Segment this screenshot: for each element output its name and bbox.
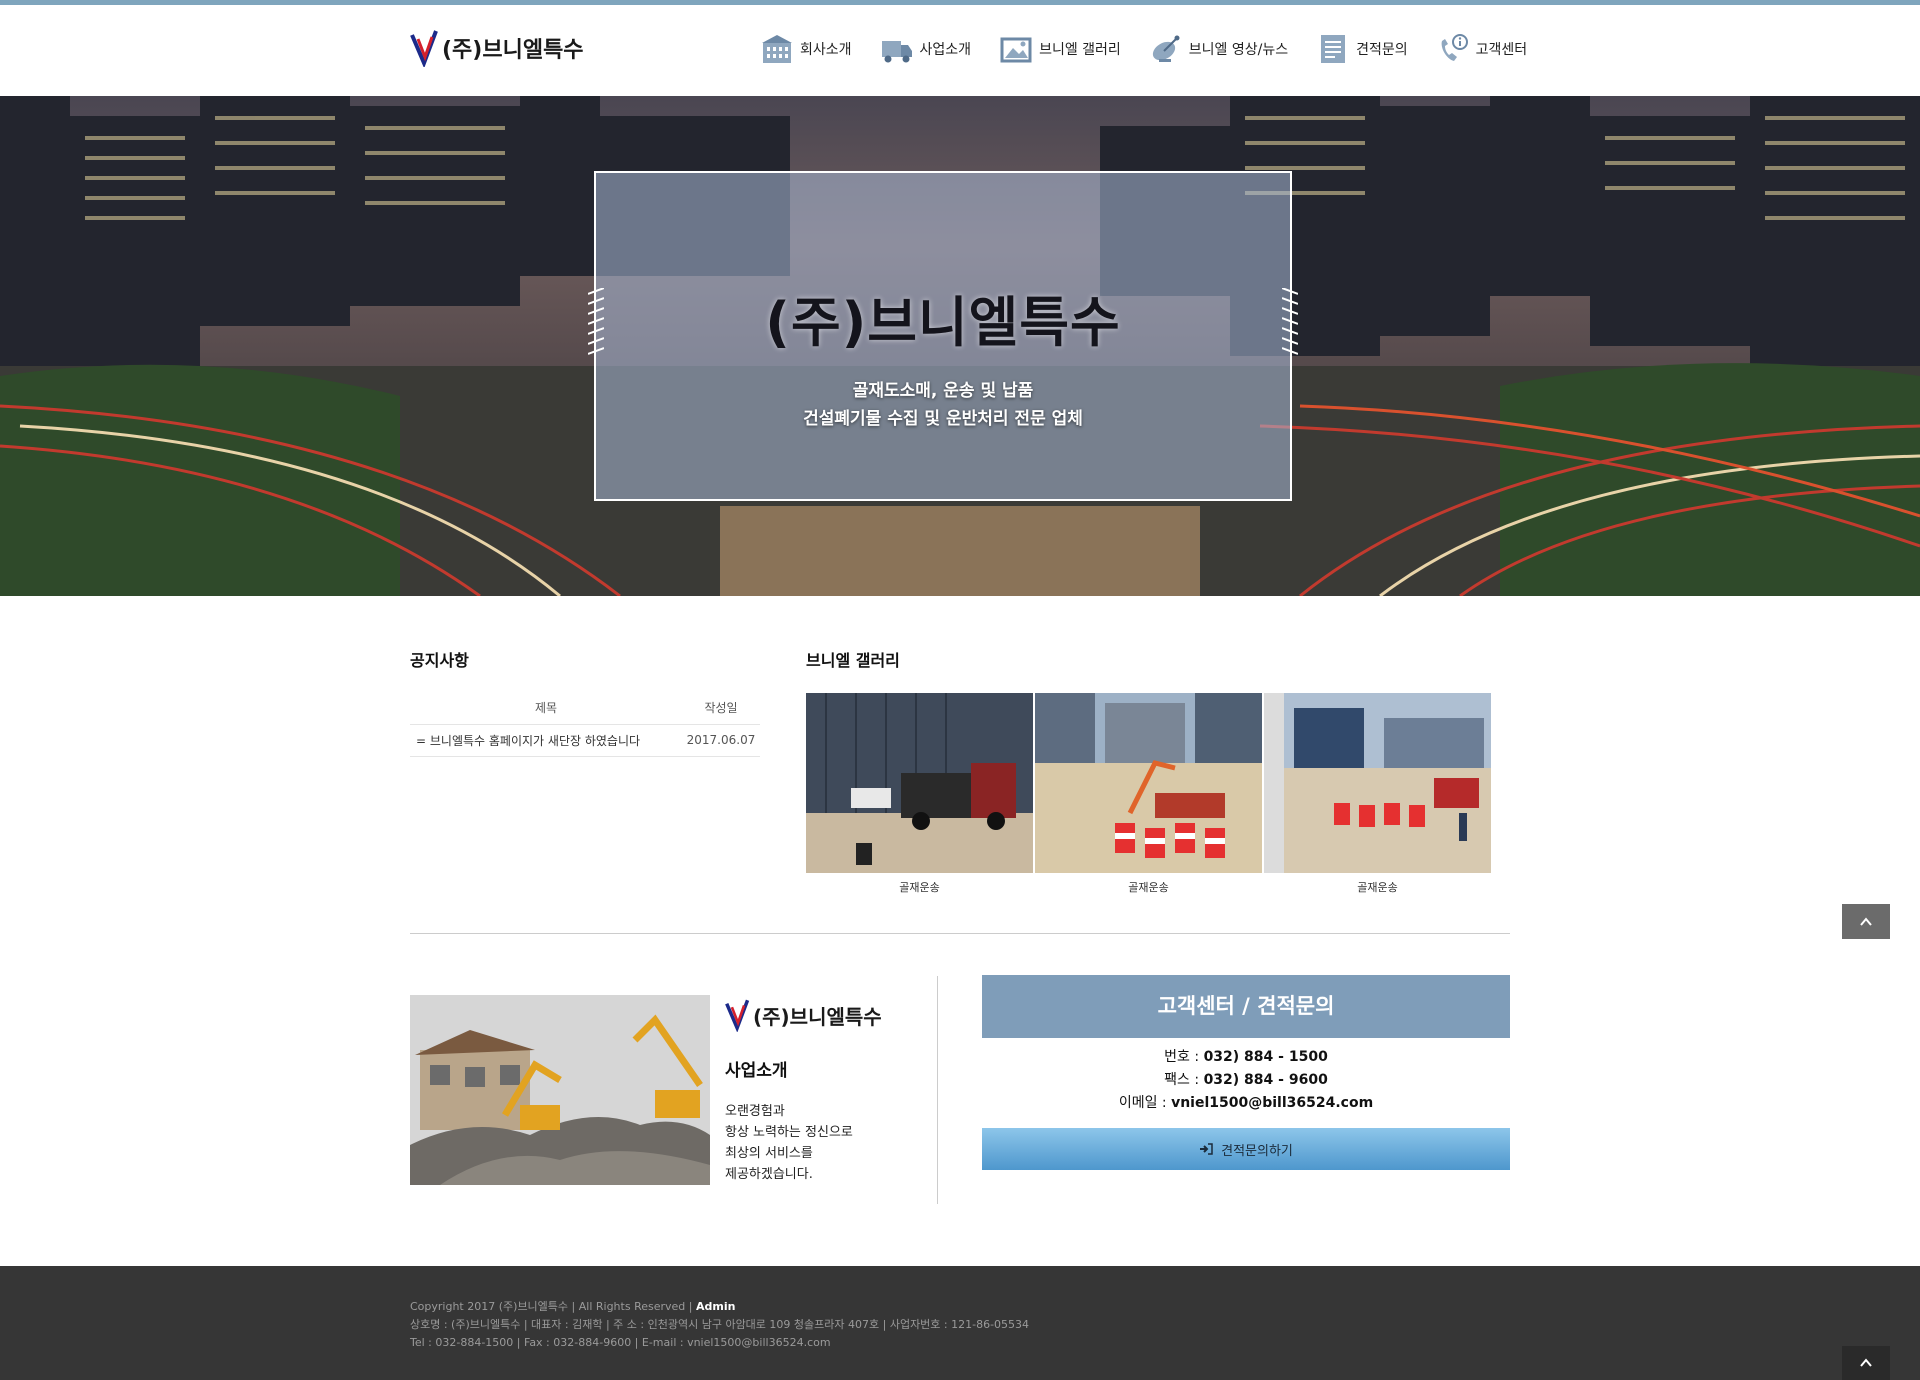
section-divider [410,933,1510,934]
fax-label: 팩스 : [1164,1072,1204,1088]
customer-center-header: 고객센터 / 견적문의 [982,975,1510,1038]
document-icon [1321,35,1346,63]
decorative-stripes-left [588,288,604,355]
satellite-icon [1152,35,1180,62]
gallery-photo [1264,693,1491,873]
site-footer: Copyright 2017 (주)브니엘특수 | All Rights Res… [0,1266,1920,1380]
gallery-caption: 골재운송 [1357,881,1398,894]
notice-row-date: 2017.06.07 [682,724,760,757]
business-line: 최상의 서비스를 [725,1146,813,1161]
nav-label: 사업소개 [919,42,972,58]
hero-subtitle-2: 건설폐기물 수집 및 운반처리 전문 업체 [803,409,1083,429]
logo-v-icon [410,30,438,67]
demolition-photo [410,995,710,1185]
main-nav: 회사소개 사업소개 브니엘 갤러리 브니엘 영상/뉴스 견적문의 고객센터 [760,33,1527,65]
nav-item-business[interactable]: 사업소개 [880,33,972,65]
customer-center-contacts: 번호 : 032) 884 - 1500 팩스 : 032) 884 - 960… [982,1046,1510,1115]
footer-copyright: Copyright 2017 (주)브니엘특수 | All Rights Res… [410,1298,1029,1316]
notice-table: 제목 작성일 = 브니엘특수 홈페이지가 새단장 하였습니다 2017.06.0… [410,692,760,757]
gallery-item[interactable]: 골재운송 [1035,693,1262,895]
site-header: (주)브니엘특수 회사소개 사업소개 브니엘 갤러리 브니엘 영상/뉴스 견적문… [0,5,1920,96]
footer-info: Copyright 2017 (주)브니엘특수 | All Rights Res… [410,1298,1029,1352]
logo-text: (주)브니엘특수 [442,38,584,63]
gallery-photo [806,693,1033,873]
business-line: 오랜경험과 [725,1104,785,1119]
nav-item-customer-center[interactable]: 고객센터 [1436,33,1528,65]
gallery-photo [1035,693,1262,873]
notice-row[interactable]: = 브니엘특수 홈페이지가 새단장 하였습니다 2017.06.07 [410,724,760,757]
gallery-icon [1000,37,1032,63]
footer-contact-info: Tel : 032-884-1500 | Fax : 032-884-9600 … [410,1336,831,1349]
nav-label: 고객센터 [1475,42,1528,58]
nav-label: 견적문의 [1356,42,1408,58]
hero-title: (주)브니엘특수 [765,291,1121,354]
site-logo[interactable]: (주)브니엘특수 [410,29,584,67]
fax-line: 팩스 : 032) 884 - 9600 [982,1069,1510,1092]
notice-col-date: 작성일 [682,692,760,725]
nav-item-media-news[interactable]: 브니엘 영상/뉴스 [1149,33,1288,65]
business-line: 제공하겠습니다. [725,1167,813,1182]
notice-col-title: 제목 [410,692,682,725]
admin-link[interactable]: Admin [696,1300,735,1313]
business-logo: (주)브니엘특수 [725,998,882,1032]
phone-info-icon [1441,34,1468,61]
nav-item-estimate[interactable]: 견적문의 [1316,33,1408,65]
phone-value: 032) 884 - 1500 [1203,1049,1328,1065]
chevron-up-icon [1860,1358,1872,1367]
business-line: 항상 노력하는 정신으로 [725,1125,853,1140]
decorative-stripes-right [1282,288,1298,355]
nav-label: 브니엘 갤러리 [1039,42,1121,58]
notice-title[interactable]: 공지사항 [410,647,469,671]
gallery-caption: 골재운송 [899,881,940,894]
gallery-title[interactable]: 브니엘 갤러리 [806,647,900,671]
nav-label: 브니엘 영상/뉴스 [1188,42,1289,58]
phone-line: 번호 : 032) 884 - 1500 [982,1046,1510,1069]
fax-value: 032) 884 - 9600 [1203,1072,1328,1088]
chevron-up-icon [1860,917,1872,926]
business-description: 오랜경험과 항상 노력하는 정신으로 최상의 서비스를 제공하겠습니다. [725,1101,853,1185]
building-icon [762,35,792,63]
truck-icon [881,41,912,63]
estimate-request-button[interactable]: 견적문의하기 [982,1128,1510,1170]
email-line: 이메일 : vniel1500@bill36524.com [982,1092,1510,1115]
copyright-text: Copyright 2017 (주)브니엘특수 | All Rights Res… [410,1300,696,1313]
business-title: 사업소개 [725,1061,788,1081]
nav-label: 회사소개 [800,42,852,58]
email-value: vniel1500@bill36524.com [1171,1095,1374,1111]
hero-subtitle-1: 골재도소매, 운송 및 납품 [852,381,1034,401]
email-label: 이메일 : [1118,1095,1172,1111]
scroll-to-top-button-footer[interactable] [1842,1346,1890,1380]
notice-row-title[interactable]: = 브니엘특수 홈페이지가 새단장 하였습니다 [410,724,682,757]
scroll-to-top-button[interactable] [1842,904,1890,939]
gallery-item[interactable]: 골재운송 [1264,693,1491,895]
logo-v-icon [725,999,750,1032]
hero-banner: (주)브니엘특수 골재도소매, 운송 및 납품 건설폐기물 수집 및 운반처리 … [0,96,1920,596]
footer-company-info: 상호명 : (주)브니엘특수 | 대표자 : 김재학 | 주 소 : 인천광역시… [410,1318,1030,1331]
nav-item-gallery[interactable]: 브니엘 갤러리 [999,33,1121,65]
gallery-grid: 골재운송 골재운송 골재운송 [806,693,1493,895]
vertical-divider [937,976,938,1204]
gallery-caption: 골재운송 [1128,881,1169,894]
business-logo-text: (주)브니엘특수 [753,1004,882,1029]
estimate-request-label: 견적문의하기 [1221,1143,1293,1159]
nav-item-company[interactable]: 회사소개 [760,33,852,65]
hero-title-panel: (주)브니엘특수 골재도소매, 운송 및 납품 건설폐기물 수집 및 운반처리 … [588,171,1298,501]
phone-label: 번호 : [1164,1049,1204,1065]
gallery-item[interactable]: 골재운송 [806,693,1033,895]
sign-in-icon [1200,1143,1213,1155]
